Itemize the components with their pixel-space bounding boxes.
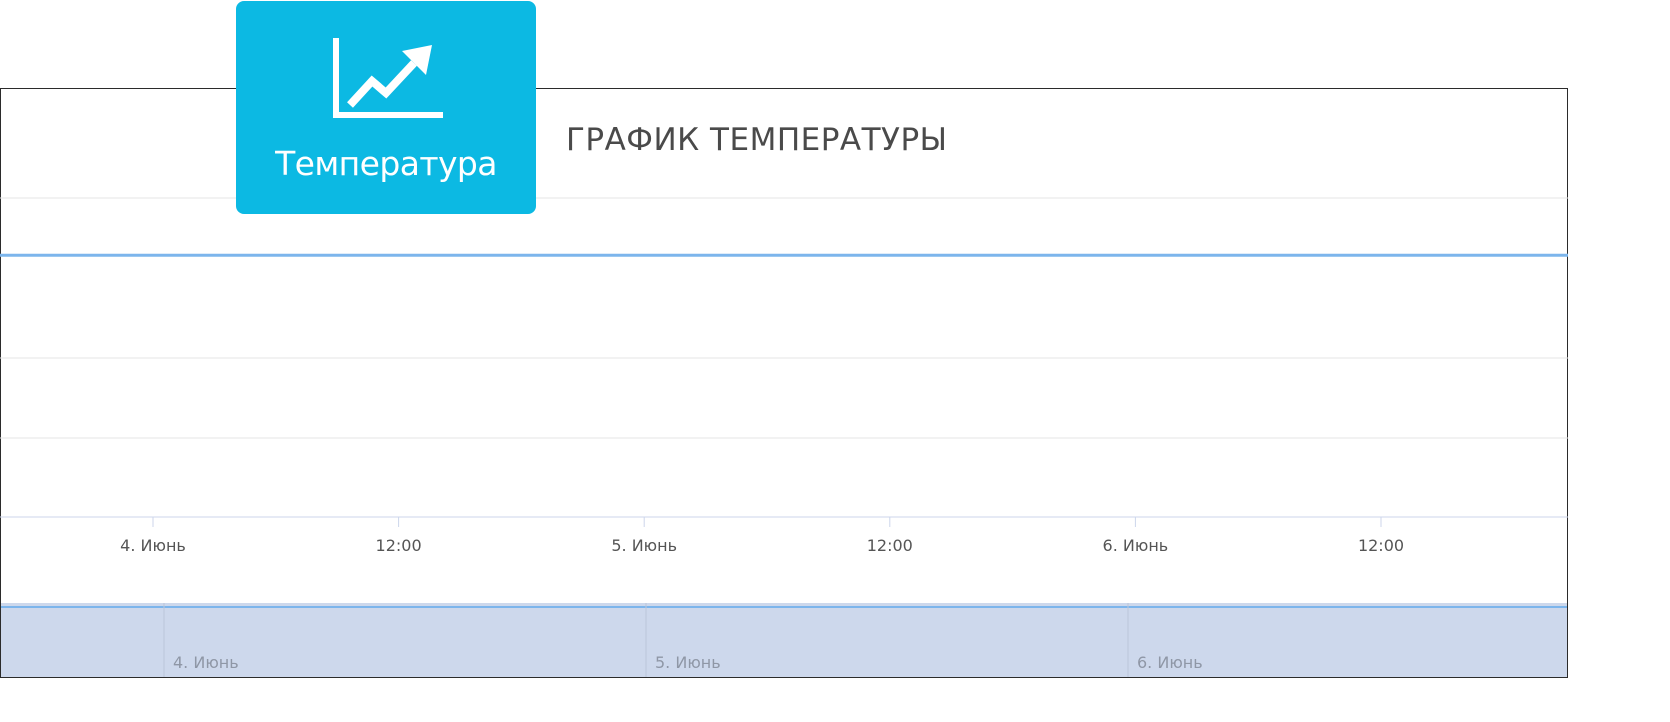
navigator-tick-label: 6. Июнь xyxy=(1137,653,1203,672)
x-tick-label: 4. Июнь xyxy=(120,536,186,555)
chart-gridlines xyxy=(0,197,1568,439)
temperature-screen: 4. Июнь 12:00 5. Июнь 12:00 6. Июнь 12:00 4. … xyxy=(0,0,1670,722)
x-tick-label: 5. Июнь xyxy=(611,536,677,555)
x-axis: 4. Июнь 12:00 5. Июнь 12:00 6. Июнь 12:00 xyxy=(0,516,1568,555)
temperature-tile[interactable]: Температура xyxy=(236,1,536,214)
chart-title: ГРАФИК ТЕМПЕРАТУРЫ xyxy=(566,122,948,158)
range-navigator[interactable]: 4. Июнь 5. Июнь 6. Июнь xyxy=(1,603,1567,677)
navigator-tick-label: 4. Июнь xyxy=(173,653,239,672)
x-tick-label: 12:00 xyxy=(867,536,913,555)
line-chart-icon xyxy=(333,38,443,118)
x-tick-label: 12:00 xyxy=(1358,536,1404,555)
x-tick-label: 12:00 xyxy=(376,536,422,555)
navigator-tick-label: 5. Июнь xyxy=(655,653,721,672)
x-tick-label: 6. Июнь xyxy=(1103,536,1169,555)
tile-label: Температура xyxy=(275,144,497,183)
